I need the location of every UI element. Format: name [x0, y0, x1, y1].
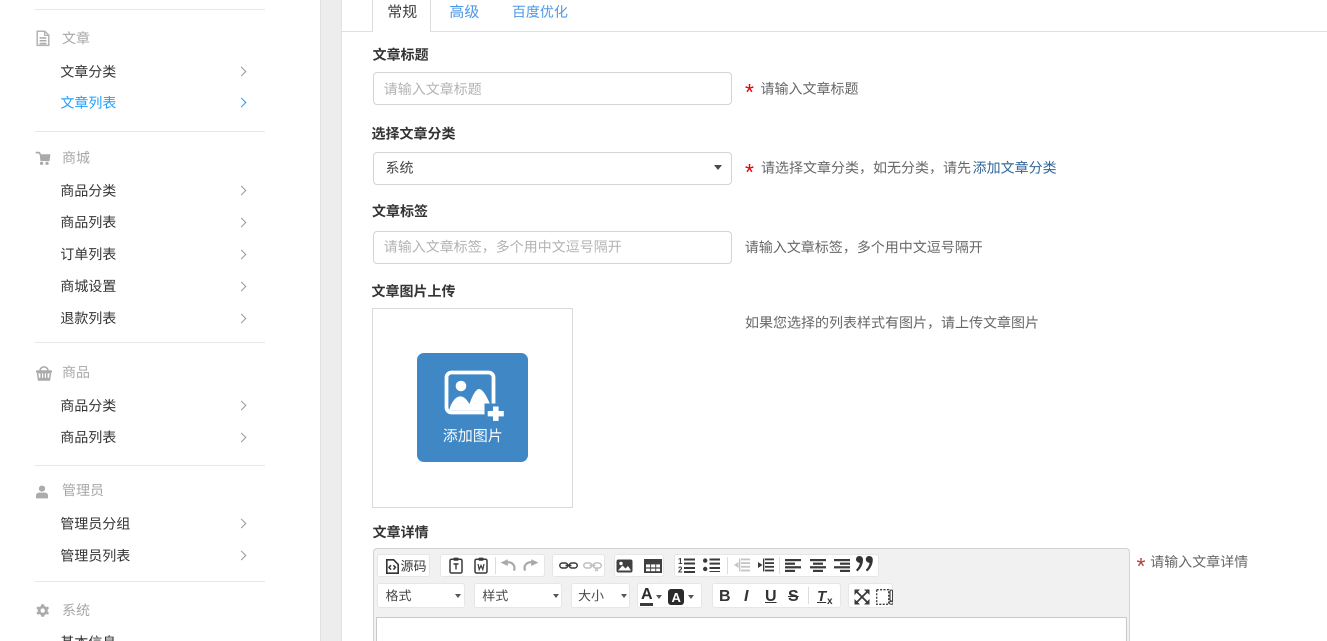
- svg-text:2: 2: [678, 566, 683, 574]
